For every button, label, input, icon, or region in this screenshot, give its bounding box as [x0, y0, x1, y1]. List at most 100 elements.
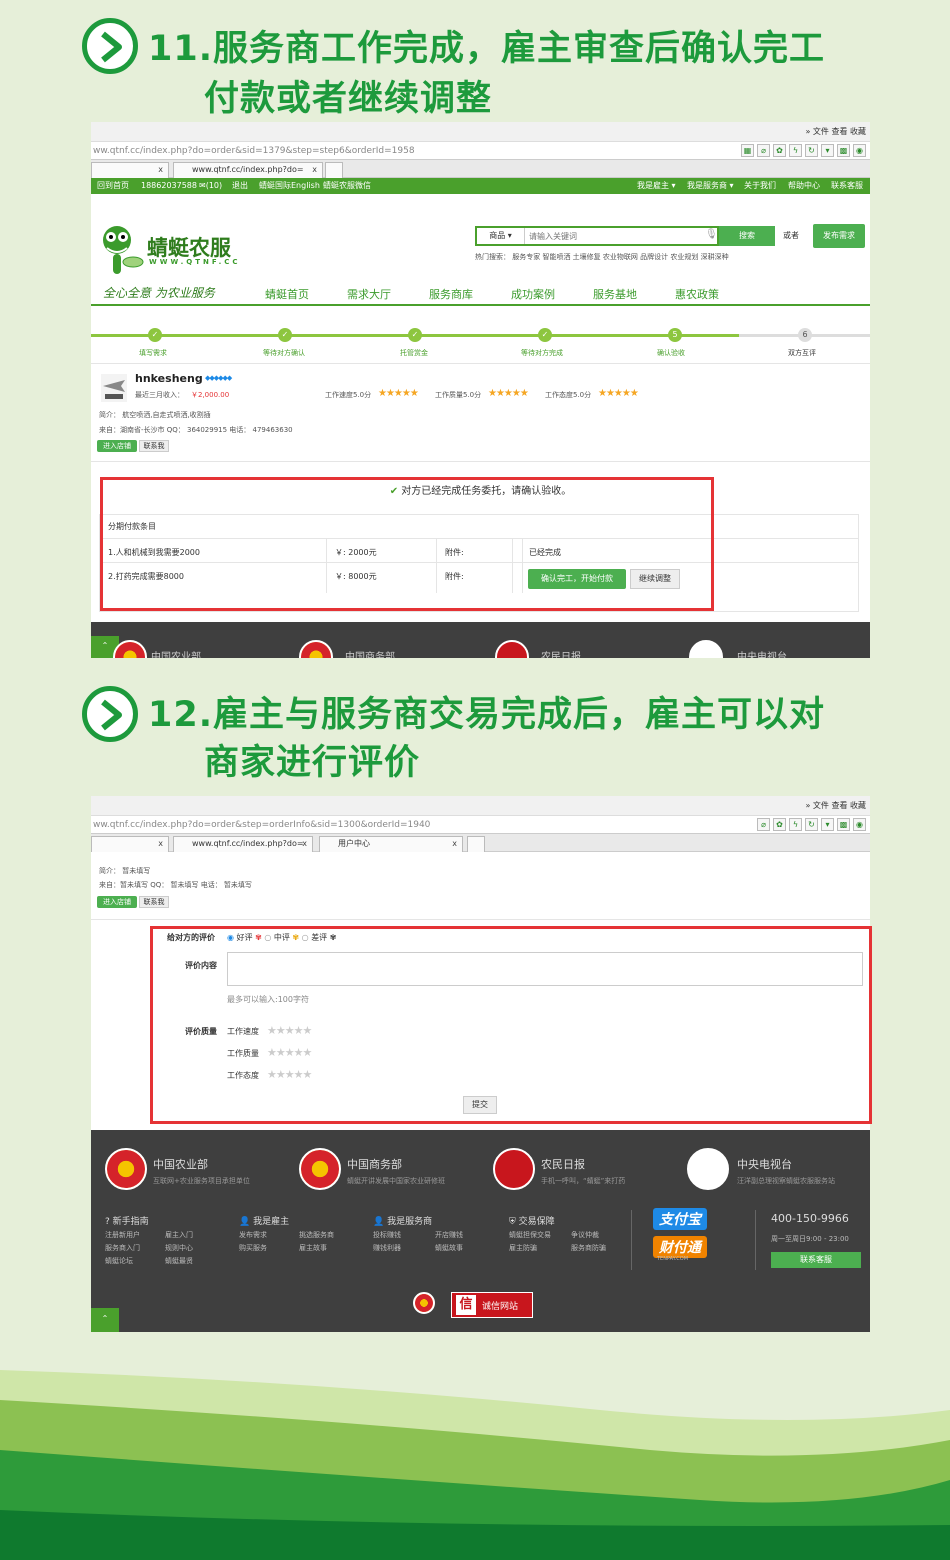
flash-icon[interactable]: ϟ [789, 144, 802, 157]
footer-link[interactable]: 争议仲裁 [571, 1230, 599, 1240]
link-home[interactable]: 回到首页 [97, 178, 129, 194]
link-about[interactable]: 关于我们 [744, 178, 776, 194]
footer-link[interactable]: 服务商防骗 [571, 1243, 606, 1253]
url-text[interactable]: ww.qtnf.cc/index.php?do=order&step=order… [93, 820, 430, 830]
close-icon[interactable]: x [312, 163, 317, 177]
refresh-icon[interactable]: ↻ [805, 144, 818, 157]
new-tab-button[interactable] [467, 836, 485, 852]
globe-icon[interactable]: ◉ [853, 818, 866, 831]
footer-link[interactable]: 挑选服务商 [299, 1230, 334, 1240]
leaf-icon[interactable]: ⌀ [757, 144, 770, 157]
hot-search[interactable]: 热门搜索： 服务专家 智能喷洒 土壤修复 农业物联网 品牌设计 农业规划 深耕深… [475, 252, 729, 262]
search-box: 商品 ▾ 🎙 [475, 226, 719, 246]
footer-link[interactable]: 雇主入门 [165, 1230, 193, 1240]
tenpay-url: TENPAY.COM [657, 1256, 689, 1262]
tab-blank[interactable]: x [91, 162, 169, 178]
dropdown-icon[interactable]: ▾ [821, 144, 834, 157]
dropdown-icon[interactable]: ▾ [821, 818, 834, 831]
search-category[interactable]: 商品 ▾ [477, 228, 525, 244]
provider-from: 来自：湖南省-长沙市 QQ： 364029915 电话： 479463630 [99, 426, 293, 434]
new-tab-button[interactable] [325, 162, 343, 178]
footer-link[interactable]: 发布需求 [239, 1230, 267, 1240]
provider-avatar[interactable] [101, 374, 127, 402]
customer-service-button[interactable]: 联系客服 [771, 1252, 861, 1268]
close-icon[interactable]: x [158, 163, 163, 177]
tab-blank[interactable]: x [91, 836, 169, 852]
link-logout[interactable]: 退出 [232, 178, 248, 194]
globe-icon[interactable]: ◉ [853, 144, 866, 157]
back-to-top-button[interactable]: ⌃ [91, 1308, 119, 1332]
step-11-title: 11.服务商工作完成，雇主审查后确认完工 付款或者继续调整 [82, 8, 942, 119]
footer-link[interactable]: 投标赚钱 [373, 1230, 401, 1240]
refresh-icon[interactable]: ↻ [805, 818, 818, 831]
shop-button[interactable]: 进入店铺 [97, 896, 137, 908]
footer-link[interactable]: 蜻蜓故事 [435, 1243, 463, 1253]
step-11-line1: 11.服务商工作完成，雇主审查后确认完工 [148, 29, 826, 69]
dragonfly-logo-icon[interactable] [97, 222, 145, 280]
tab-order[interactable]: www.qtnf.cc/index.php?do= x [173, 836, 313, 852]
footer-link[interactable]: 蜻蜓论坛 [105, 1256, 133, 1266]
nav-policy[interactable]: 惠农政策 [675, 286, 719, 302]
close-icon[interactable]: x [452, 837, 457, 851]
order-progress: ✓ ✓ ✓ ✓ 5 6 填写需求 等待对方确认 托管赏金 等待对方完成 确认验收… [91, 322, 870, 364]
nav-bases[interactable]: 服务基地 [593, 286, 637, 302]
link-english[interactable]: 蜻蜓国际English [259, 178, 320, 194]
shop-button[interactable]: 进入店铺 [97, 440, 137, 452]
link-mail[interactable]: ✉(10) [199, 178, 222, 194]
footer-link[interactable]: 雇主防骗 [509, 1243, 537, 1253]
url-text[interactable]: ww.qtnf.cc/index.php?do=order&sid=1379&s… [93, 146, 415, 156]
link-contact[interactable]: 联系客服 [831, 178, 863, 194]
nav-providers[interactable]: 服务商库 [429, 286, 473, 302]
browser-menu[interactable]: » 文件 查看 收藏 [91, 796, 870, 816]
nav-demand[interactable]: 需求大厅 [347, 286, 391, 302]
search-button[interactable]: 搜索 [719, 226, 775, 246]
newspaper-logo-icon [495, 640, 529, 658]
contact-button[interactable]: 联系我 [139, 440, 169, 452]
step-label: 确认验收 [657, 349, 685, 357]
footer-link[interactable]: 规则中心 [165, 1243, 193, 1253]
grid-icon[interactable]: ▩ [837, 818, 850, 831]
credit-badge[interactable]: 信 诚信网站 [451, 1292, 533, 1318]
gear-icon[interactable]: ✿ [773, 818, 786, 831]
footer-link[interactable]: 雇主故事 [299, 1243, 327, 1253]
footer-link[interactable]: 服务商入门 [105, 1243, 140, 1253]
footer-org-sub: 手机一呼叫，“蜻蜓”来打药 [541, 1177, 626, 1185]
provider-name[interactable]: hnkesheng [135, 372, 203, 385]
tab-order[interactable]: www.qtnf.cc/index.php?do= x [173, 162, 323, 178]
menu-employer[interactable]: 我是雇主 ▾ [637, 178, 676, 194]
leaf-icon[interactable]: ⌀ [757, 818, 770, 831]
close-icon[interactable]: x [158, 837, 163, 851]
footer-link[interactable]: 赚钱利器 [373, 1243, 401, 1253]
tab-order-label: www.qtnf.cc/index.php?do= [192, 839, 304, 848]
step-label: 托管赏金 [400, 349, 428, 357]
publish-button[interactable]: 发布需求 [813, 224, 865, 248]
microphone-icon[interactable]: 🎙 [705, 229, 718, 240]
footer-link[interactable]: 开店赚钱 [435, 1230, 463, 1240]
flash-icon[interactable]: ϟ [789, 818, 802, 831]
rss-icon[interactable]: ▦ [741, 144, 754, 157]
menu-provider[interactable]: 我是服务商 ▾ [687, 178, 734, 194]
footer-link[interactable]: 注册新用户 [105, 1230, 140, 1240]
footer-col-label: 交易保障 [518, 1217, 555, 1227]
tenpay-logo: 财付通 [653, 1236, 707, 1258]
footer-col-title: 👤 我是服务商 [373, 1214, 432, 1227]
tab-user-center[interactable]: 用户中心 x [319, 836, 463, 852]
link-wechat[interactable]: 蜻蜓农服微信 [323, 178, 371, 194]
nav-home[interactable]: 蜻蜓首页 [265, 286, 309, 302]
link-help[interactable]: 帮助中心 [788, 178, 820, 194]
grid-icon[interactable]: ▩ [837, 144, 850, 157]
footer-org: 农民日报 [541, 652, 581, 658]
footer-org: 中国农业部 [153, 1158, 208, 1171]
footer-col-label: 我是雇主 [253, 1217, 290, 1227]
browser-menu[interactable]: » 文件 查看 收藏 [91, 122, 870, 142]
footer-link[interactable]: 蜻蜓担保交易 [509, 1230, 551, 1240]
search-input[interactable] [529, 229, 699, 243]
close-icon[interactable]: x [302, 837, 307, 851]
address-bar[interactable]: ww.qtnf.cc/index.php?do=order&step=order… [91, 816, 870, 834]
footer-link[interactable]: 蜻蜓最贤 [165, 1256, 193, 1266]
address-bar[interactable]: ww.qtnf.cc/index.php?do=order&sid=1379&s… [91, 142, 870, 160]
nav-cases[interactable]: 成功案例 [511, 286, 555, 302]
footer-link[interactable]: 购买服务 [239, 1243, 267, 1253]
gear-icon[interactable]: ✿ [773, 144, 786, 157]
contact-button[interactable]: 联系我 [139, 896, 169, 908]
